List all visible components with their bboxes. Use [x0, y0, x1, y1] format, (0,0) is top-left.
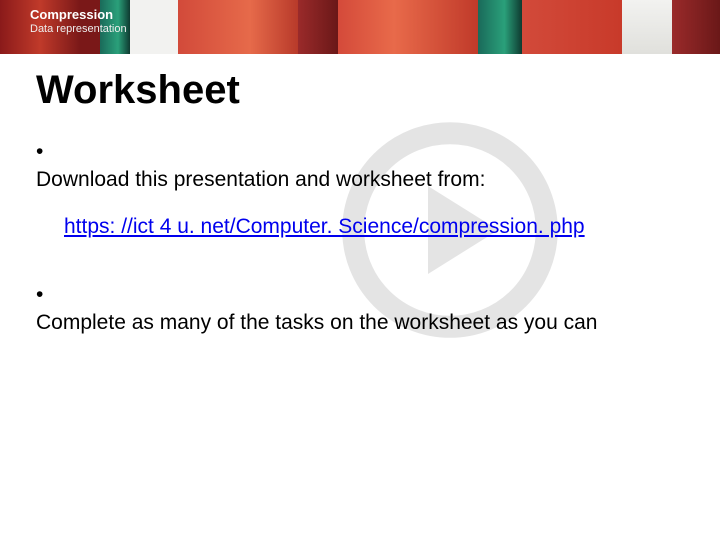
header-band: Compression Data representation [0, 0, 720, 54]
header-stripe [622, 0, 672, 54]
slide-body: • Download this presentation and workshe… [36, 130, 684, 356]
header-stripe [478, 0, 522, 54]
bullet-mark: • [36, 281, 56, 309]
header-text: Compression Data representation [30, 7, 127, 36]
header-title: Compression [30, 7, 127, 23]
header-stripe [338, 0, 478, 54]
header-stripe [130, 0, 178, 54]
slide-title: Worksheet [36, 68, 240, 113]
bullet-text: Download this presentation and worksheet… [36, 166, 660, 194]
header-stripe [672, 0, 720, 54]
bullet-text: Complete as many of the tasks on the wor… [36, 309, 660, 337]
download-link[interactable]: https: //ict 4 u. net/Computer. Science/… [64, 213, 684, 241]
header-subtitle: Data representation [30, 23, 127, 36]
header-stripe [522, 0, 622, 54]
header-stripe [178, 0, 298, 54]
bullet-mark: • [36, 138, 56, 166]
bullet-item: • Complete as many of the tasks on the w… [36, 281, 684, 338]
bullet-item: • Download this presentation and workshe… [36, 138, 684, 195]
slide: Compression Data representation Workshee… [0, 0, 720, 540]
header-stripe [298, 0, 338, 54]
